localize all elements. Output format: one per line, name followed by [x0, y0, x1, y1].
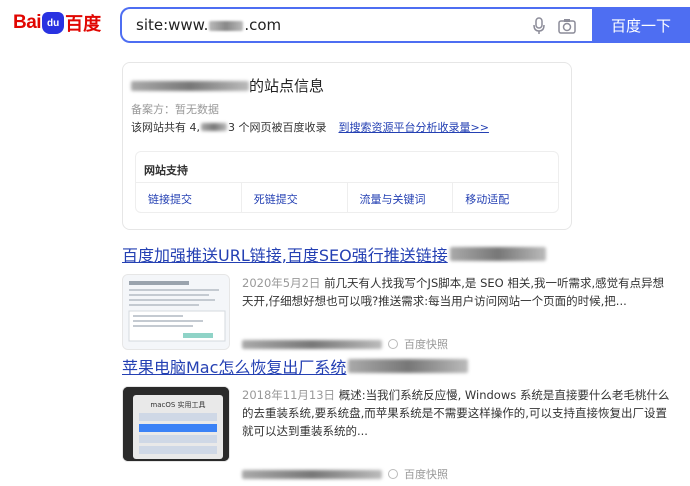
thumb-caption: macOS 实用工具: [150, 400, 205, 409]
site-support-box: 网站支持 链接提交 死链提交 流量与关键词 移动适配: [135, 151, 559, 213]
mac-utilities-thumbnail-image: macOS 实用工具: [123, 387, 229, 461]
result-title-text: 百度加强推送URL链接,百度SEO强行推送链接: [122, 246, 448, 265]
cache-link[interactable]: 百度快照: [404, 336, 448, 352]
result-meta: 百度快照: [242, 336, 448, 352]
query-suffix: .com: [244, 16, 282, 34]
paw-icon: du: [42, 12, 65, 34]
logo-bai-text: Bai: [13, 12, 42, 33]
support-link-submit[interactable]: 链接提交: [136, 183, 242, 212]
search-input[interactable]: site:www. .com: [120, 7, 592, 43]
indexed-count: 该网站共有 4, 3 个网页被百度收录 到搜索资源平台分析收录量>>: [131, 119, 489, 135]
result-snippet: 2020年5月2日 前几天有人找我写个JS脚本,是 SEO 相关,我一听需求,感…: [242, 274, 672, 310]
redacted-site-name: [131, 80, 249, 91]
camera-icon[interactable]: [558, 17, 576, 35]
source-info-icon[interactable]: [388, 469, 398, 479]
support-link-deadlink[interactable]: 死链提交: [242, 183, 348, 212]
site-info-card: 的站点信息 备案方：暂无数据 该网站共有 4, 3 个网页被百度收录 到搜索资源…: [122, 62, 572, 230]
source-info-icon[interactable]: [388, 339, 398, 349]
search-button[interactable]: 百度一下: [592, 7, 690, 43]
redacted-domain: [209, 20, 244, 31]
redacted-count: [201, 123, 227, 131]
result-title[interactable]: 苹果电脑Mac怎么恢复出厂系统: [122, 354, 682, 378]
result-date: 2018年11月13日: [242, 388, 336, 402]
baidu-logo[interactable]: Bai du 百度: [13, 10, 101, 36]
result-thumbnail[interactable]: [122, 274, 230, 350]
redacted-title-suffix: [348, 359, 469, 373]
search-result: 苹果电脑Mac怎么恢复出厂系统 macOS 实用工具 2018年11月13日 概…: [122, 354, 682, 486]
support-link-mobile[interactable]: 移动适配: [453, 183, 558, 212]
support-link-traffic[interactable]: 流量与关键词: [348, 183, 454, 212]
site-support-title: 网站支持: [144, 164, 188, 177]
logo-du-text: du: [46, 17, 60, 29]
query-prefix: site:www.: [136, 16, 209, 34]
result-snippet: 2018年11月13日 概述:当我们系统反应慢, Windows 系统是直接要什…: [242, 386, 672, 440]
indexed-prefix: 该网站共有 4,: [131, 121, 200, 134]
redacted-title-suffix: [449, 247, 546, 261]
cache-link[interactable]: 百度快照: [404, 466, 448, 482]
site-info-title: 的站点信息: [131, 75, 324, 96]
microphone-icon[interactable]: [532, 17, 546, 35]
result-title[interactable]: 百度加强推送URL链接,百度SEO强行推送链接: [122, 242, 682, 266]
result-body: macOS 实用工具 2018年11月13日 概述:当我们系统反应慢, Wind…: [122, 386, 682, 486]
screenshot-thumbnail-image: [123, 275, 229, 349]
search-query: site:www. .com: [136, 16, 281, 34]
result-thumbnail[interactable]: macOS 实用工具: [122, 386, 230, 462]
redacted-source: [242, 469, 382, 479]
beian-info: 备案方：暂无数据: [131, 103, 219, 116]
result-meta: 百度快照: [242, 466, 448, 482]
site-info-title-text: 的站点信息: [249, 77, 325, 95]
header: Bai du 百度 site:www. .com 百度一下: [0, 0, 690, 48]
redacted-source: [242, 339, 382, 349]
result-date: 2020年5月2日: [242, 276, 321, 290]
indexed-analysis-link[interactable]: 到搜索资源平台分析收录量>>: [339, 119, 489, 135]
site-support-links: 链接提交 死链提交 流量与关键词 移动适配: [136, 182, 558, 212]
indexed-suffix: 3 个网页被百度收录: [228, 121, 327, 134]
result-title-text: 苹果电脑Mac怎么恢复出厂系统: [122, 358, 347, 377]
logo-cn-text: 百度: [65, 14, 102, 35]
